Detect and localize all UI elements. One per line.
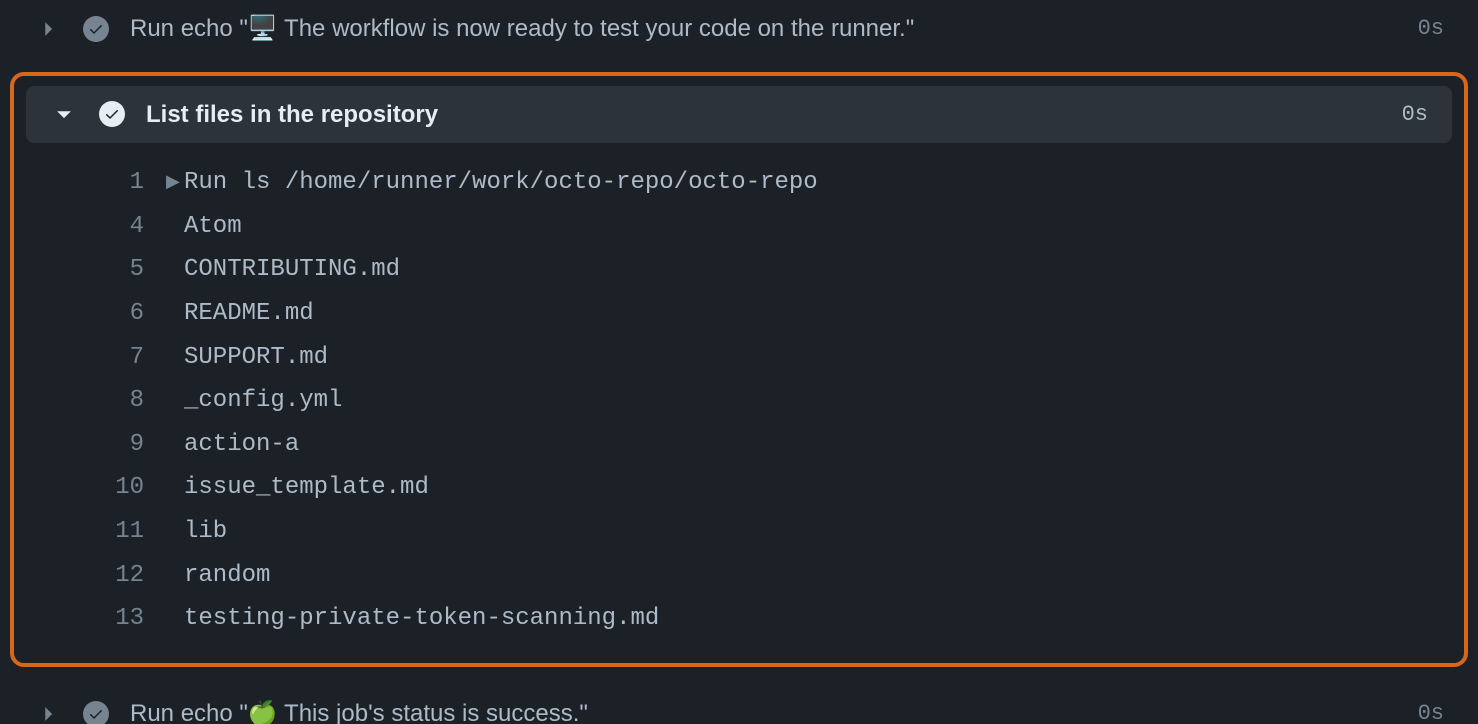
log-line: 7 SUPPORT.md [14,336,1464,380]
log-line: 5 CONTRIBUTING.md [14,248,1464,292]
line-number: 11 [14,512,166,552]
highlighted-step: List files in the repository 0s 1▶Run ls… [10,72,1468,667]
line-number: 8 [14,381,166,421]
log-line: 6 README.md [14,292,1464,336]
line-number: 4 [14,207,166,247]
log-text: lib [184,512,1464,552]
chevron-right-icon [34,700,62,724]
log-text: testing-private-token-scanning.md [184,599,1464,639]
log-text: _config.yml [184,381,1464,421]
log-text: Run ls /home/runner/work/octo-repo/octo-… [184,163,1464,203]
step-log-output: 1▶Run ls /home/runner/work/octo-repo/oct… [14,161,1464,641]
step-title: Run echo "🖥️ The workflow is now ready t… [130,12,1398,46]
status-success-icon [82,700,110,724]
step-duration: 0s [1418,16,1444,41]
line-number: 13 [14,599,166,639]
line-number: 1 [14,163,166,203]
log-line: 8 _config.yml [14,379,1464,423]
chevron-down-icon [50,100,78,128]
log-line: 10 issue_template.md [14,466,1464,510]
step-duration: 0s [1418,701,1444,724]
log-text: random [184,556,1464,596]
line-number: 5 [14,250,166,290]
log-text: README.md [184,294,1464,334]
log-line: 11 lib [14,510,1464,554]
log-text: CONTRIBUTING.md [184,250,1464,290]
log-text: action-a [184,425,1464,465]
workflow-step-row[interactable]: Run echo "🖥️ The workflow is now ready t… [10,0,1468,58]
status-success-icon [98,100,126,128]
log-line: 4 Atom [14,205,1464,249]
line-number: 6 [14,294,166,334]
line-number: 10 [14,468,166,508]
status-success-icon [82,15,110,43]
log-line: 9 action-a [14,423,1464,467]
line-number: 7 [14,338,166,378]
log-text: Atom [184,207,1464,247]
line-number: 9 [14,425,166,465]
log-line: 12 random [14,554,1464,598]
log-text: issue_template.md [184,468,1464,508]
workflow-step-row[interactable]: List files in the repository 0s [26,86,1452,144]
log-line: 13 testing-private-token-scanning.md [14,597,1464,641]
log-line: 1▶Run ls /home/runner/work/octo-repo/oct… [14,161,1464,205]
line-number: 12 [14,556,166,596]
caret-right-icon[interactable]: ▶ [166,169,184,199]
step-duration: 0s [1402,102,1428,127]
step-title: Run echo "🍏 This job's status is success… [130,697,1398,724]
step-title: List files in the repository [146,98,1382,132]
workflow-step-row[interactable]: Run echo "🍏 This job's status is success… [10,685,1468,724]
chevron-right-icon [34,15,62,43]
log-text: SUPPORT.md [184,338,1464,378]
